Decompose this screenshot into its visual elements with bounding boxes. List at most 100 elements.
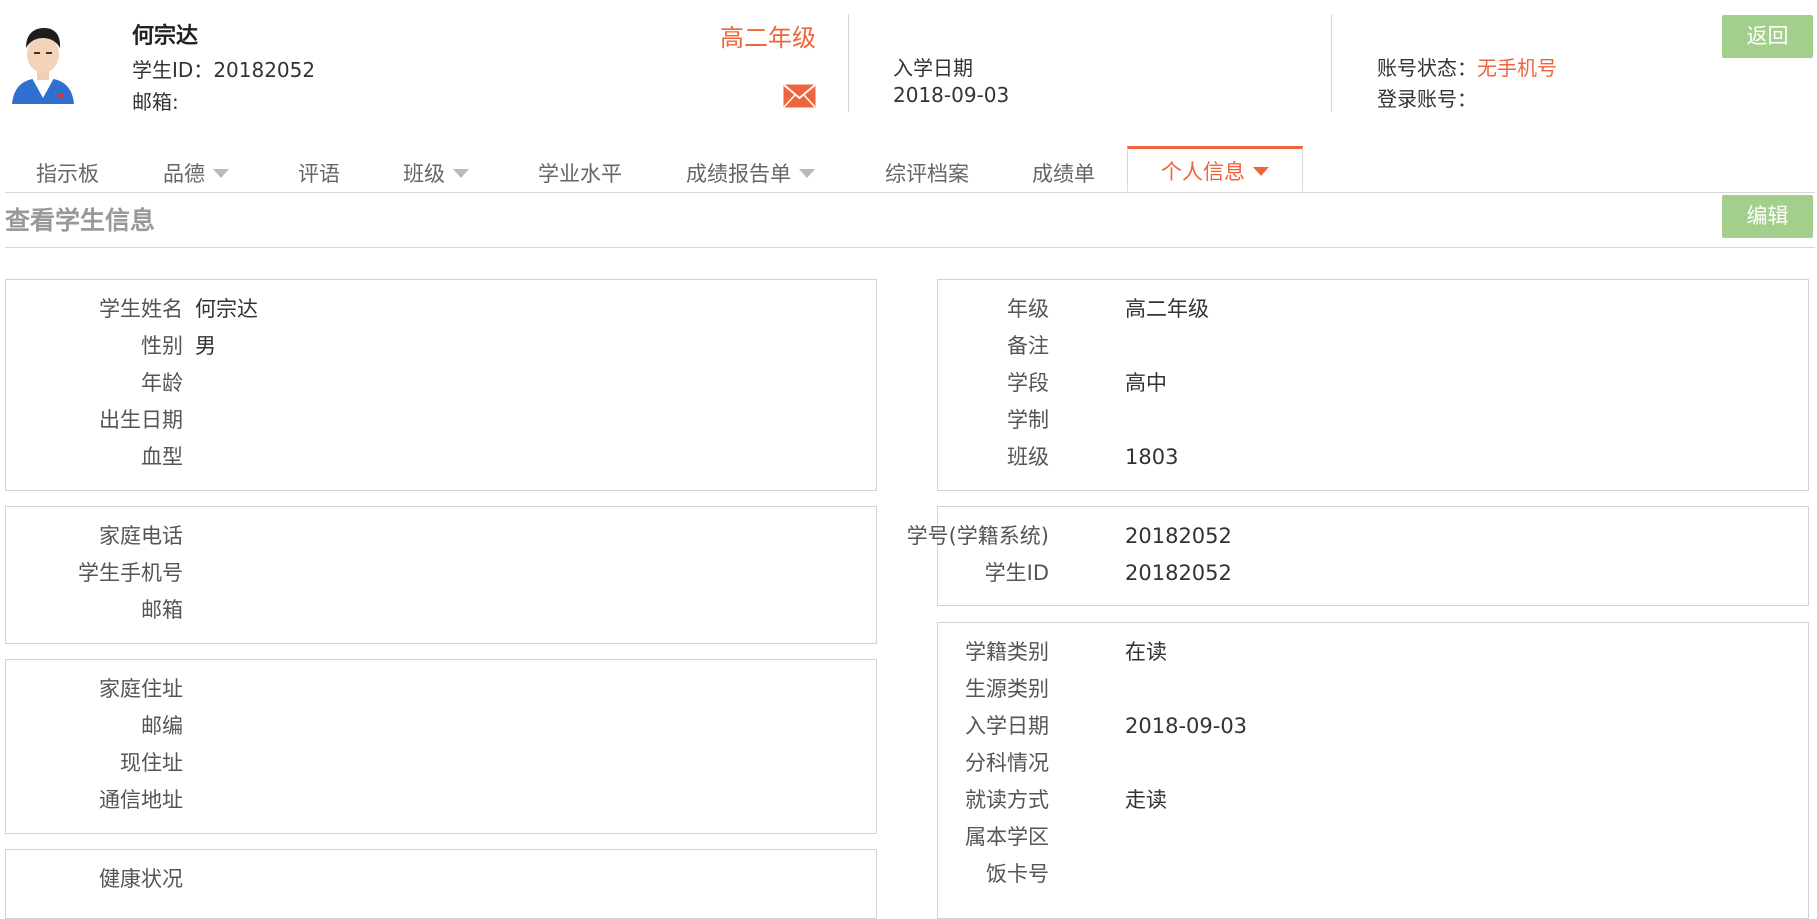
tab-transcript[interactable]: 成绩单 bbox=[1032, 148, 1095, 192]
field-row: 邮编 bbox=[6, 711, 878, 741]
student-name: 何宗达 bbox=[132, 24, 199, 49]
field-row: 健康状况 bbox=[6, 864, 878, 894]
field-row: 学段 高中 bbox=[938, 368, 1810, 398]
tab-label: 个人信息 bbox=[1161, 160, 1245, 184]
student-number-panel: 学号(学籍系统) 20182052 学生ID 20182052 bbox=[907, 506, 1810, 606]
enroll-label: 入学日期 bbox=[893, 56, 973, 80]
field-row: 家庭住址 bbox=[6, 674, 878, 704]
field-row: 学籍类别 在读 bbox=[938, 637, 1810, 667]
field-row: 饭卡号 bbox=[938, 859, 1810, 889]
field-row: 学号(学籍系统) 20182052 bbox=[907, 521, 1810, 551]
tab-bar: 指示板 品德 评语 班级 学业水平 成绩报告单 综评档案 成绩单 个人信息 bbox=[5, 146, 1815, 193]
field-label: 家庭电话 bbox=[99, 524, 183, 548]
field-label: 饭卡号 bbox=[986, 862, 1049, 886]
back-button[interactable]: 返回 bbox=[1722, 15, 1813, 58]
field-label: 邮编 bbox=[141, 714, 183, 738]
field-row: 学制 bbox=[938, 405, 1810, 435]
field-row: 班级 1803 bbox=[938, 442, 1810, 472]
tab-label: 成绩报告单 bbox=[686, 162, 791, 186]
tab-personal-info[interactable]: 个人信息 bbox=[1127, 146, 1303, 192]
field-value: 男 bbox=[195, 334, 216, 358]
field-value: 20182052 bbox=[1125, 524, 1232, 548]
field-row: 备注 bbox=[938, 331, 1810, 361]
field-value: 1803 bbox=[1125, 445, 1179, 469]
field-value: 高二年级 bbox=[1125, 297, 1209, 321]
student-id-line: 学生ID：20182052 bbox=[132, 54, 315, 83]
tab-morality[interactable]: 品德 bbox=[163, 148, 229, 192]
enrollment-panel: 学籍类别 在读 生源类别 入学日期 2018-09-03 分科情况 就读方式 走读 属… bbox=[937, 622, 1809, 919]
field-row: 分科情况 bbox=[938, 748, 1810, 778]
field-row: 家庭电话 bbox=[6, 521, 878, 551]
field-label: 属本学区 bbox=[965, 825, 1049, 849]
field-row: 学生ID 20182052 bbox=[938, 558, 1810, 588]
field-label: 学生姓名 bbox=[99, 297, 183, 321]
field-value: 何宗达 bbox=[195, 297, 258, 321]
field-label: 学制 bbox=[1007, 408, 1049, 432]
tab-label: 成绩单 bbox=[1032, 162, 1095, 186]
header-divider bbox=[848, 14, 849, 112]
tab-report-card[interactable]: 成绩报告单 bbox=[686, 148, 815, 192]
student-id-label: 学生ID： bbox=[132, 58, 214, 82]
field-label: 邮箱 bbox=[141, 598, 183, 622]
field-label: 现住址 bbox=[120, 751, 183, 775]
field-row: 现住址 bbox=[6, 748, 878, 778]
field-label: 性别 bbox=[141, 334, 183, 358]
student-avatar bbox=[8, 18, 78, 104]
tab-label: 评语 bbox=[298, 162, 340, 186]
field-label: 学生ID bbox=[984, 561, 1049, 585]
field-row: 年级 高二年级 bbox=[938, 294, 1810, 324]
login-account-label: 登录账号： bbox=[1377, 87, 1477, 111]
tab-label: 综评档案 bbox=[885, 162, 969, 186]
tab-comments[interactable]: 评语 bbox=[298, 148, 340, 192]
field-row: 属本学区 bbox=[938, 822, 1810, 852]
caret-down-icon bbox=[1253, 166, 1269, 176]
account-status-label: 账号状态： bbox=[1377, 56, 1477, 80]
field-label: 就读方式 bbox=[965, 788, 1049, 812]
field-label: 备注 bbox=[1007, 334, 1049, 358]
field-value: 20182052 bbox=[1125, 561, 1232, 585]
field-value: 走读 bbox=[1125, 788, 1167, 812]
edit-button[interactable]: 编辑 bbox=[1722, 195, 1813, 238]
field-row: 学生姓名 何宗达 bbox=[6, 294, 878, 324]
caret-down-icon bbox=[453, 168, 469, 178]
field-label: 家庭住址 bbox=[99, 677, 183, 701]
field-label: 学段 bbox=[1007, 371, 1049, 395]
basic-info-panel: 学生姓名 何宗达 性别男 年龄 出生日期 血型 bbox=[5, 279, 877, 491]
field-label: 入学日期 bbox=[965, 714, 1049, 738]
tab-dashboard[interactable]: 指示板 bbox=[36, 148, 99, 192]
tab-label: 指示板 bbox=[36, 162, 99, 186]
email-label: 邮箱: bbox=[132, 90, 179, 114]
tab-class[interactable]: 班级 bbox=[403, 148, 469, 192]
contact-panel: 家庭电话 学生手机号 邮箱 bbox=[5, 506, 877, 644]
header-divider bbox=[1331, 14, 1332, 112]
caret-down-icon bbox=[213, 168, 229, 178]
grade-badge: 高二年级 bbox=[720, 24, 816, 52]
health-panel: 健康状况 bbox=[5, 849, 877, 919]
tab-label: 品德 bbox=[163, 162, 205, 186]
caret-down-icon bbox=[799, 168, 815, 178]
field-label: 年级 bbox=[1007, 297, 1049, 321]
tab-label: 班级 bbox=[403, 162, 445, 186]
field-value: 高中 bbox=[1125, 371, 1167, 395]
field-label: 学生手机号 bbox=[78, 561, 183, 585]
field-label: 通信地址 bbox=[99, 788, 183, 812]
field-label: 血型 bbox=[141, 445, 183, 469]
student-id-value: 20182052 bbox=[213, 58, 316, 82]
field-row: 通信地址 bbox=[6, 785, 878, 815]
section-title: 查看学生信息 bbox=[5, 206, 156, 235]
tab-academic-level[interactable]: 学业水平 bbox=[538, 148, 622, 192]
account-status-value: 无手机号 bbox=[1477, 56, 1557, 80]
tab-comprehensive-archive[interactable]: 综评档案 bbox=[885, 148, 969, 192]
field-label: 健康状况 bbox=[99, 867, 183, 891]
field-row: 生源类别 bbox=[938, 674, 1810, 704]
field-label: 生源类别 bbox=[965, 677, 1049, 701]
enroll-date: 2018-09-03 bbox=[893, 83, 1010, 107]
field-label: 班级 bbox=[1007, 445, 1049, 469]
field-row: 年龄 bbox=[6, 368, 878, 398]
account-status: 账号状态：无手机号 bbox=[1377, 52, 1557, 81]
field-row: 入学日期 2018-09-03 bbox=[938, 711, 1810, 741]
mail-icon[interactable] bbox=[783, 84, 816, 108]
section-divider bbox=[5, 247, 1815, 248]
school-info-panel: 年级 高二年级 备注 学段 高中 学制 班级 1803 bbox=[937, 279, 1809, 491]
field-row: 就读方式 走读 bbox=[938, 785, 1810, 815]
